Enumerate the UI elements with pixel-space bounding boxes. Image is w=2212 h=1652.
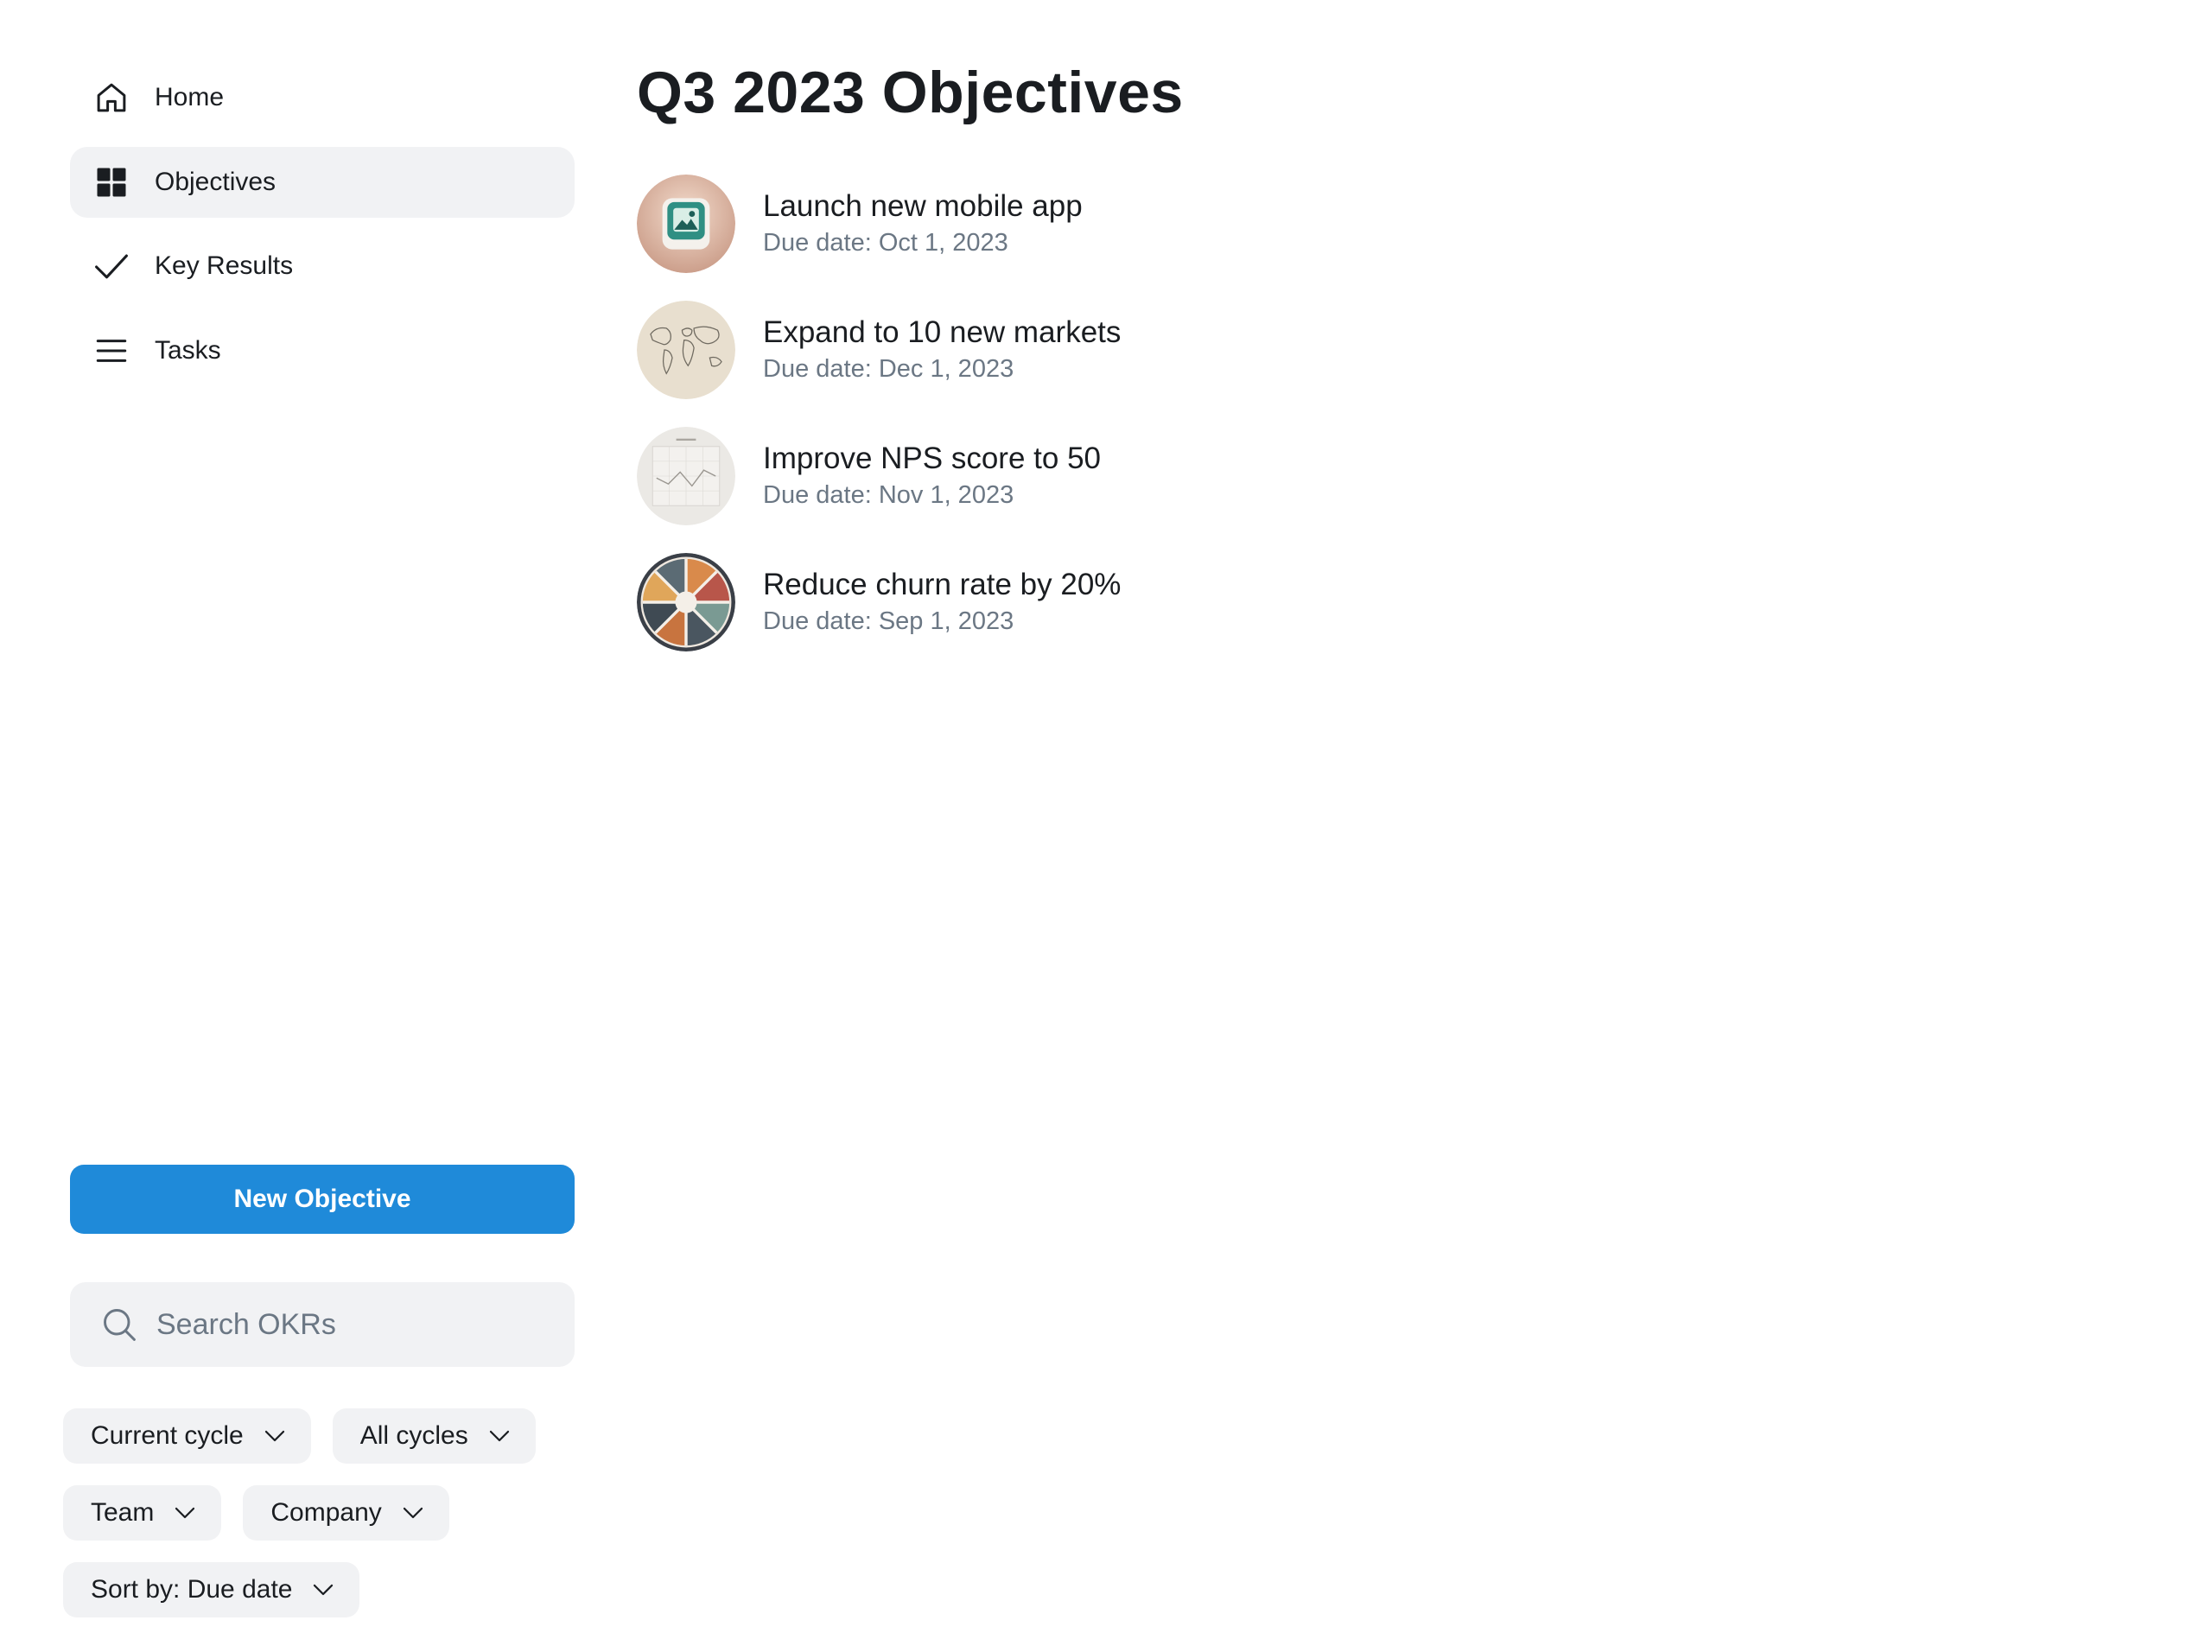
objective-text: Reduce churn rate by 20% Due date: Sep 1… xyxy=(763,566,1121,639)
sidebar-item-home[interactable]: Home xyxy=(70,62,575,133)
filter-label: Sort by: Due date xyxy=(91,1575,293,1604)
objective-title: Expand to 10 new markets xyxy=(763,315,1122,349)
color-wheel-image xyxy=(637,553,735,651)
filter-bar: Current cycle All cycles Team Company So… xyxy=(63,1408,582,1639)
objective-due-date: Due date: Nov 1, 2023 xyxy=(763,481,1014,509)
filter-label: Company xyxy=(270,1498,382,1527)
sidebar-item-label: Objectives xyxy=(155,167,276,196)
filter-current-cycle[interactable]: Current cycle xyxy=(63,1408,311,1464)
filter-company[interactable]: Company xyxy=(243,1485,449,1541)
filter-label: Current cycle xyxy=(91,1421,244,1450)
filter-label: Team xyxy=(91,1498,155,1527)
objective-list: Launch new mobile app Due date: Oct 1, 2… xyxy=(637,174,1674,678)
sidebar-item-objectives[interactable]: Objectives xyxy=(70,146,575,218)
sidebar-item-label: Tasks xyxy=(155,335,221,365)
grid-icon xyxy=(92,163,130,201)
objective-title: Reduce churn rate by 20% xyxy=(763,568,1122,601)
sidebar-item-key-results[interactable]: Key Results xyxy=(70,231,575,302)
sidebar: Home Objectives Key Results Tasks New Ob… xyxy=(0,0,605,1652)
objective-item[interactable]: Reduce churn rate by 20% Due date: Sep 1… xyxy=(637,552,1674,652)
objective-text: Expand to 10 new markets Due date: Dec 1… xyxy=(763,314,1121,386)
chevron-down-icon xyxy=(171,1499,199,1527)
sidebar-item-tasks[interactable]: Tasks xyxy=(70,315,575,386)
chevron-down-icon xyxy=(399,1499,427,1527)
chevron-down-icon xyxy=(486,1422,513,1450)
objective-item[interactable]: Improve NPS score to 50 Due date: Nov 1,… xyxy=(637,426,1674,526)
objective-text: Launch new mobile app Due date: Oct 1, 2… xyxy=(763,187,1083,260)
line-chart-image xyxy=(637,427,735,525)
sidebar-item-label: Home xyxy=(155,83,225,111)
objective-item[interactable]: Expand to 10 new markets Due date: Dec 1… xyxy=(637,300,1674,400)
objective-due-date: Due date: Sep 1, 2023 xyxy=(763,607,1014,635)
sidebar-nav: Home Objectives Key Results Tasks xyxy=(70,62,575,399)
chevron-down-icon xyxy=(309,1576,337,1604)
objective-item[interactable]: Launch new mobile app Due date: Oct 1, 2… xyxy=(637,174,1674,274)
sidebar-item-label: Key Results xyxy=(155,251,294,280)
filter-row: Team Company xyxy=(63,1485,582,1541)
check-icon xyxy=(92,247,130,285)
page-title: Q3 2023 Objectives xyxy=(637,60,1184,125)
list-icon xyxy=(92,332,130,370)
search-icon xyxy=(99,1305,139,1344)
search-input[interactable] xyxy=(155,1306,538,1343)
okr-app: Home Objectives Key Results Tasks New Ob… xyxy=(0,0,2212,1652)
filter-row: Sort by: Due date xyxy=(63,1562,582,1617)
main-content: Q3 2023 Objectives Launch new mobile app… xyxy=(637,0,2212,1652)
objective-due-date: Due date: Oct 1, 2023 xyxy=(763,229,1008,257)
chevron-down-icon xyxy=(261,1422,289,1450)
objective-text: Improve NPS score to 50 Due date: Nov 1,… xyxy=(763,440,1101,512)
objective-due-date: Due date: Dec 1, 2023 xyxy=(763,355,1014,383)
world-map-image xyxy=(637,301,735,399)
filter-row: Current cycle All cycles xyxy=(63,1408,582,1464)
filter-all-cycles[interactable]: All cycles xyxy=(332,1408,536,1464)
filter-label: All cycles xyxy=(359,1421,468,1450)
filter-team[interactable]: Team xyxy=(63,1485,222,1541)
new-objective-button[interactable]: New Objective xyxy=(70,1165,575,1234)
objective-title: Launch new mobile app xyxy=(763,189,1083,223)
sort-dropdown[interactable]: Sort by: Due date xyxy=(63,1562,360,1617)
home-icon xyxy=(92,79,130,117)
objective-title: Improve NPS score to 50 xyxy=(763,442,1101,475)
search-box[interactable] xyxy=(70,1282,575,1367)
mobile-app-icon xyxy=(637,175,735,273)
